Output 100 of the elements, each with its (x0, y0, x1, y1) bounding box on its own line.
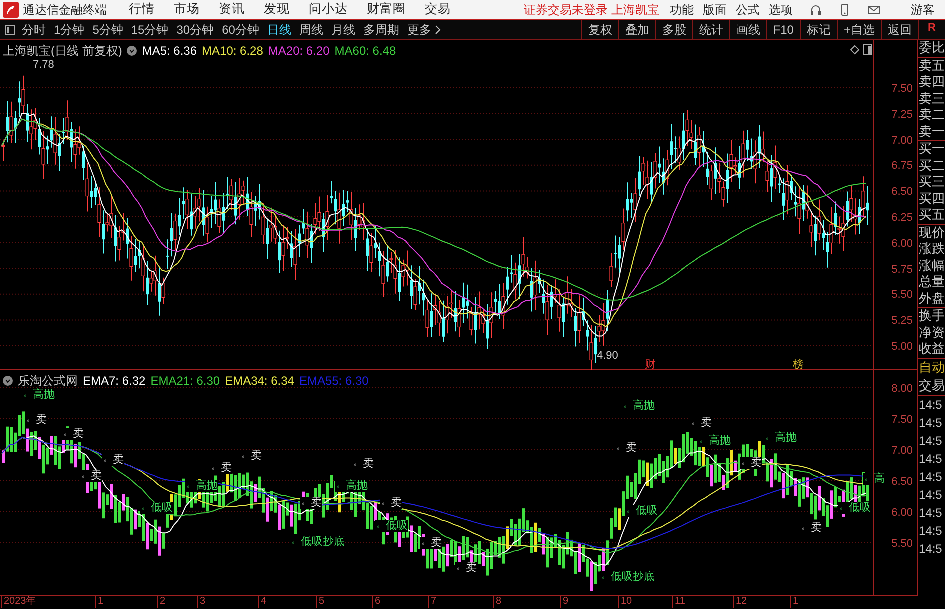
signal-label: ←卖 (210, 462, 232, 474)
date-tick: 1 (790, 596, 799, 608)
app-logo-icon[interactable] (2, 0, 20, 18)
mail-icon[interactable] (868, 4, 880, 16)
signal-label: ←卖 (62, 428, 84, 440)
chevron-right-icon[interactable] (435, 24, 442, 34)
price-tick: 7.00 (892, 134, 913, 149)
menu-item[interactable]: 交易 (425, 0, 451, 19)
app-title: 通达信金融终端 (23, 2, 107, 18)
trade-time: 14:5 (918, 540, 944, 558)
price-tick: 5.00 (892, 340, 913, 355)
signal-label: ←卖 (740, 457, 762, 469)
toolbar-button[interactable]: 标记 (800, 20, 837, 39)
phone-icon[interactable] (839, 4, 851, 16)
diamond-icon[interactable] (850, 45, 860, 55)
signal-label: ←卖 (455, 562, 477, 574)
period-tab[interactable]: 15分钟 (131, 20, 169, 38)
date-tick: 1 (95, 596, 104, 608)
signal-label: ←卖 (352, 458, 374, 470)
signal-label: ←卖 (25, 414, 47, 426)
signal-label: ←高 (863, 473, 885, 485)
quote-label: 买三 (919, 174, 945, 190)
signal-label: ←低吸 (140, 502, 173, 514)
price-tick: 6.50 (892, 185, 913, 200)
period-tab[interactable]: 更多 (407, 20, 432, 38)
period-tab[interactable]: 5分钟 (92, 20, 124, 38)
menu-item[interactable]: 行情 (129, 0, 155, 19)
price-tick: 5.25 (892, 314, 913, 330)
indicator-value: MA10: 6.28 (202, 43, 264, 60)
quote-label: 净资 (919, 324, 945, 341)
menu-item[interactable]: 功能 (670, 0, 694, 18)
quote-label: 买四 (919, 190, 945, 207)
menu-item[interactable]: 资讯 (219, 0, 245, 19)
toolbar-button[interactable]: 返回 (881, 20, 918, 39)
quote-label: 买五 (919, 207, 945, 224)
indicator-value: MA5: 6.36 (142, 43, 198, 60)
price-tick: 6.25 (892, 211, 913, 226)
period-tab[interactable]: 多周期 (363, 20, 400, 38)
panel-toggle-icon[interactable] (4, 24, 16, 36)
signal-label: ←低吸 (838, 502, 871, 514)
chart-title: 乐淘公式网 (18, 373, 78, 388)
date-tick: 10 (618, 596, 632, 608)
signal-label: ←高抛 (185, 480, 218, 492)
trade-label: 交易 (919, 376, 945, 394)
period-tab[interactable]: 30分钟 (176, 20, 214, 38)
signal-label: ←卖 (80, 470, 102, 482)
signal-label: ←低吸 (375, 520, 408, 532)
menu-item[interactable]: 选项 (769, 0, 793, 18)
menu-item[interactable]: 问小达 (309, 0, 348, 19)
trade-time: 14:5 (918, 450, 944, 468)
toolbar-button[interactable]: 统计 (692, 20, 730, 39)
price-tick: 5.75 (892, 262, 913, 278)
signal-label: ←卖 (380, 497, 402, 509)
period-tab[interactable]: 日线 (267, 20, 292, 38)
date-tick: 6 (372, 596, 381, 608)
signal-label: ←低吸抄底 (290, 536, 345, 548)
signal-label: ←高抛 (622, 400, 655, 412)
menu-item[interactable]: 财富圈 (367, 0, 406, 19)
period-tab[interactable]: 1分钟 (54, 20, 85, 38)
price-tick: 6.50 (892, 475, 913, 490)
date-tick: 9 (560, 596, 569, 608)
menu-item[interactable]: 版面 (703, 0, 727, 18)
user-label[interactable]: 游客 (911, 0, 935, 18)
toolbar-button[interactable]: 多股 (655, 20, 692, 39)
indicator-value: EMA7: 6.32 (83, 373, 146, 390)
period-tab[interactable]: 60分钟 (222, 20, 260, 38)
event-marker: 榜 (793, 358, 804, 373)
menu-item[interactable]: 发现 (264, 0, 290, 19)
signal-label: ←卖 (615, 442, 637, 454)
headset-icon[interactable] (810, 4, 822, 16)
quote-label: 涨幅 (919, 258, 945, 274)
toolbar-button[interactable]: 复权 (581, 20, 618, 39)
price-tick: 5.50 (892, 288, 913, 304)
quote-label: 卖三 (919, 90, 945, 107)
toolbar-button[interactable]: F10 (766, 20, 800, 39)
menu-item[interactable]: 公式 (736, 0, 760, 18)
toolbar-button[interactable]: 叠加 (618, 20, 656, 39)
quote-label: 收益 (919, 341, 945, 358)
dropdown-icon[interactable] (3, 376, 13, 386)
mode-label[interactable]: 自动 (919, 358, 945, 376)
quote-label: 总量 (919, 274, 945, 290)
toolbar-button[interactable]: 画线 (729, 20, 766, 39)
quote-label: 委比 (919, 40, 945, 56)
signal-label: ←低吸 (625, 505, 658, 517)
quote-label: 卖二 (919, 107, 945, 124)
panel-icon[interactable] (863, 44, 873, 56)
date-tick: 2023年 (1, 596, 36, 608)
price-tick: 5.50 (892, 537, 913, 552)
indicator-value: MA20: 6.20 (268, 43, 330, 60)
high-price-label: 7.78 (33, 58, 54, 73)
period-tab[interactable]: 分时 (22, 20, 46, 38)
menu-item[interactable]: 市场 (174, 0, 200, 19)
period-tab[interactable]: 周线 (299, 20, 324, 38)
quote-label: 换手 (919, 308, 945, 324)
period-tab[interactable]: 月线 (331, 20, 356, 38)
price-tick: 7.25 (892, 108, 913, 123)
quote-label: 买二 (919, 158, 945, 174)
toolbar-button[interactable]: +自选 (836, 20, 881, 39)
event-marker: 财 (645, 358, 656, 373)
dropdown-icon[interactable] (127, 46, 138, 56)
